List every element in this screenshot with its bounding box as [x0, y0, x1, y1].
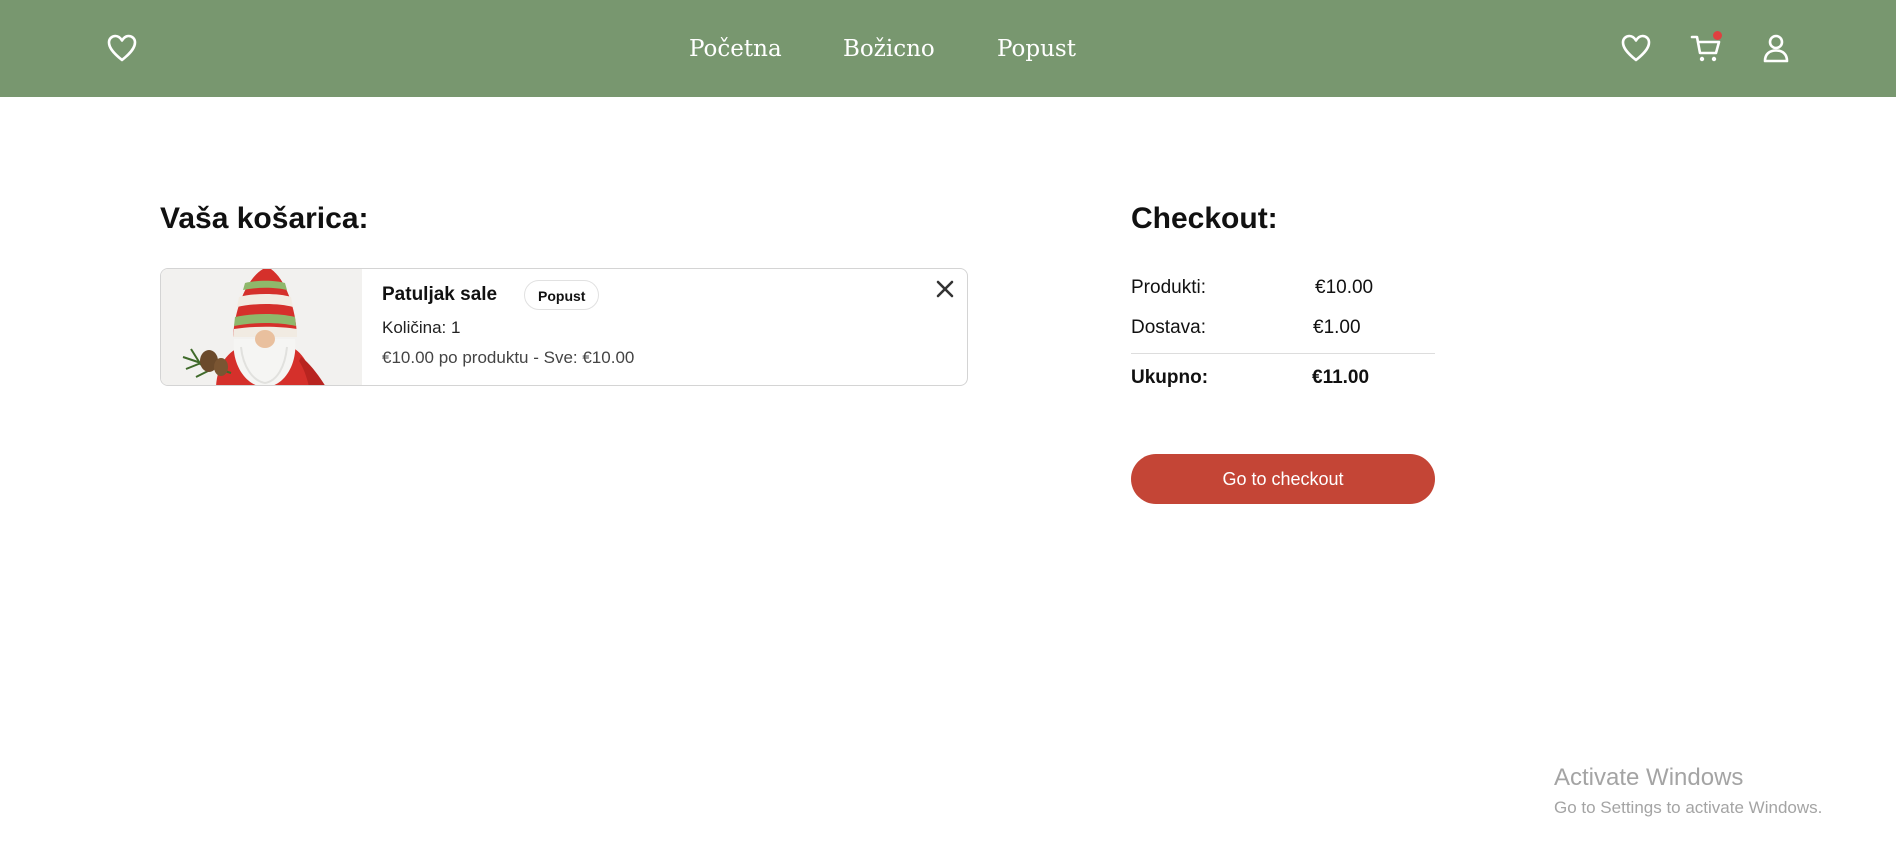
checkout-title: Checkout: [1131, 202, 1278, 235]
activation-title: Activate Windows [1554, 764, 1744, 791]
summary-divider [1131, 353, 1435, 354]
main-navigation: Početna Božicno Popust [0, 34, 1896, 64]
cart-notification-dot [1713, 31, 1722, 40]
total-label: Ukupno: [1131, 367, 1209, 388]
item-badge: Popust [524, 280, 600, 310]
user-account-icon[interactable] [1760, 32, 1792, 64]
christmas-gnome-image [161, 269, 362, 385]
cart-item: Patuljak sale Popust Količina: 1 €10.00 … [160, 268, 968, 386]
item-name: Patuljak sale [382, 284, 498, 305]
wishlist-heart-icon[interactable] [1620, 32, 1652, 64]
activation-subtitle: Go to Settings to activate Windows. [1554, 798, 1823, 817]
nav-link-popust[interactable]: Popust [997, 34, 1076, 64]
summary-label: Produkti: [1131, 277, 1206, 298]
summary-value: €1.00 [1313, 317, 1361, 338]
summary-value: €10.00 [1315, 277, 1374, 298]
summary-label: Dostava: [1131, 317, 1206, 338]
nav-link-bozicno[interactable]: Božicno [843, 34, 935, 64]
go-to-checkout-button[interactable]: Go to checkout [1131, 454, 1435, 504]
nav-link-pocetna[interactable]: Početna [689, 34, 782, 64]
shopping-cart-icon[interactable] [1690, 31, 1722, 64]
total-value: €11.00 [1312, 367, 1370, 388]
item-quantity: Količina: 1 [382, 318, 461, 337]
cart-title: Vaša košarica: [160, 202, 369, 235]
item-price: €10.00 po produktu - Sve: €10.00 [382, 348, 635, 367]
top-navbar: Početna Božicno Popust [0, 0, 1896, 97]
windows-activation-watermark: Activate Windows Go to Settings to activ… [1554, 764, 1822, 818]
remove-item-close-icon[interactable] [933, 277, 957, 301]
